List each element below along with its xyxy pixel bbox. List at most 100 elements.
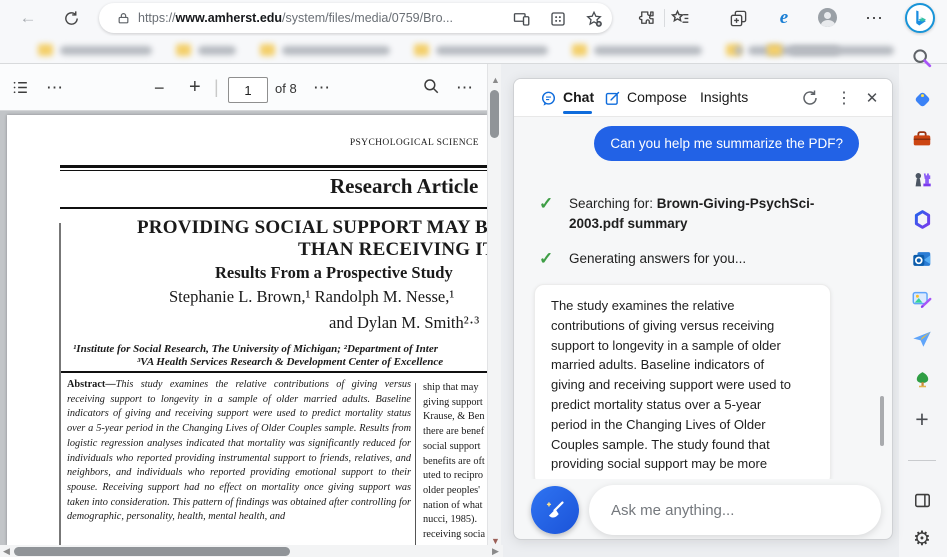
back-button[interactable]: ← xyxy=(16,6,40,30)
bookmark-item[interactable] xyxy=(176,44,236,56)
article-type: Research Article xyxy=(330,174,479,198)
toolbar-divider xyxy=(664,9,665,27)
puzzle-icon xyxy=(638,11,654,24)
abstract-text: This study examines the relative contrib… xyxy=(67,379,411,523)
bookmark-label-blurred xyxy=(60,45,152,55)
new-topic-button[interactable] xyxy=(531,486,579,534)
answer-line: period in the Changing Lives of Older xyxy=(551,416,766,432)
status-searching: ✓ Searching for: Brown-Giving-PsychSci-2… xyxy=(539,194,847,233)
sidebar-tree-button[interactable] xyxy=(910,367,934,391)
bookmarks-right[interactable] xyxy=(735,41,894,59)
settings-more-button[interactable]: ⋯ xyxy=(862,6,886,30)
extensions-button[interactable] xyxy=(635,6,659,30)
split-screen-icon xyxy=(914,493,930,507)
collections-button[interactable] xyxy=(726,6,750,30)
sidebar-games-button[interactable] xyxy=(910,167,934,191)
pdf-page[interactable]: PSYCHOLOGICAL SCIENCE Research Article P… xyxy=(7,115,487,545)
sidebar-panel-button[interactable] xyxy=(910,488,934,512)
scroll-up-icon[interactable]: ▲ xyxy=(491,76,500,85)
sidebar-drop-button[interactable] xyxy=(910,327,934,351)
scroll-right-icon[interactable]: ▶ xyxy=(492,547,499,556)
bookmark-label-blurred xyxy=(594,45,702,55)
pdf-contents-button[interactable] xyxy=(11,78,30,97)
sidebar-microsoft365-button[interactable] xyxy=(910,207,934,231)
refresh-icon xyxy=(803,90,817,105)
status-prefix: Generating answers for you... xyxy=(569,251,747,266)
horizontal-scroll-thumb[interactable] xyxy=(14,546,290,556)
address-bar[interactable]: https://www.amherst.edu/system/files/med… xyxy=(99,3,612,33)
pdf-menu-button-3[interactable]: ⋯ xyxy=(456,78,473,98)
affiliation-line2: ³VA Health Services Research & Developme… xyxy=(137,356,444,368)
chat-conversation: Can you help me summarize the PDF? ✓ Sea… xyxy=(514,117,892,479)
bookmark-item[interactable] xyxy=(38,44,152,56)
favorites-button[interactable] xyxy=(668,6,692,30)
games-chess-icon xyxy=(915,173,931,187)
paper-plane-icon xyxy=(913,331,931,347)
back-icon: ← xyxy=(19,8,37,27)
close-icon: ✕ xyxy=(865,90,879,107)
sidebar-shopping-button[interactable] xyxy=(910,87,934,111)
send-to-device-icon[interactable] xyxy=(513,10,531,28)
pdf-vertical-scrollbar[interactable]: ▲ ▼ xyxy=(487,64,501,546)
page-total-label: of 8 xyxy=(275,81,297,96)
chat-close-button[interactable]: ✕ xyxy=(860,86,884,110)
sidebar-settings-button[interactable]: ⚙ xyxy=(910,527,934,551)
pdf-col2-line: benefits are oft xyxy=(423,455,485,467)
authors-line2: and Dylan M. Smith²·³ xyxy=(329,313,480,332)
sidebar-customize-button[interactable]: + xyxy=(910,407,934,431)
bookmark-item[interactable] xyxy=(572,44,702,56)
rule-above-abstract xyxy=(60,371,487,373)
chat-input[interactable] xyxy=(589,485,881,535)
status-generating: ✓ Generating answers for you... xyxy=(539,249,847,269)
sidebar-tools-button[interactable] xyxy=(910,127,934,151)
pdf-document-area: PSYCHOLOGICAL SCIENCE Research Article P… xyxy=(0,111,487,545)
pdf-search-button[interactable] xyxy=(422,77,440,95)
toolbox-icon xyxy=(913,131,931,146)
pdf-menu-button-2[interactable]: ⋯ xyxy=(313,78,330,98)
answer-line: Couples sample. The study found that xyxy=(551,436,770,452)
paper-subtitle: Results From a Prospective Study xyxy=(215,263,453,282)
pdf-menu-button-1[interactable]: ⋯ xyxy=(46,78,63,98)
tab-insights[interactable]: Insights xyxy=(700,89,748,105)
bookmarks-left[interactable] xyxy=(38,41,840,59)
pdf-col2-line: nation of what xyxy=(423,499,483,511)
page-number-input[interactable] xyxy=(228,77,268,103)
sidebar-image-creator-button[interactable] xyxy=(910,287,934,311)
url-path: /system/files/media/0759/Bro... xyxy=(282,11,453,25)
bookmark-item[interactable] xyxy=(735,45,743,55)
column-divider xyxy=(415,383,416,545)
answer-line: giving and receiving support were used t… xyxy=(551,377,791,393)
answer-line: providing social support may be more xyxy=(551,456,768,472)
add-favorite-star-icon[interactable] xyxy=(585,10,603,28)
chat-more-button[interactable]: ⋮ xyxy=(832,86,856,110)
pdf-col2-line: ship that may xyxy=(423,382,479,393)
broom-icon xyxy=(546,501,564,518)
status-generating-text: Generating answers for you... xyxy=(569,249,746,269)
zoom-in-button[interactable]: + xyxy=(189,76,201,99)
sidebar-search-button[interactable] xyxy=(910,46,934,70)
shopping-tag-icon xyxy=(915,92,929,106)
chat-scroll-thumb[interactable] xyxy=(880,396,884,446)
refresh-button[interactable] xyxy=(59,6,83,30)
bing-copilot-button[interactable] xyxy=(905,3,935,33)
pdf-horizontal-scrollbar[interactable]: ◀ ▶ xyxy=(0,545,503,557)
tab-chat[interactable]: Chat xyxy=(563,89,594,105)
pdf-toolbar: ⋯ − + | of 8 ⋯ ⋯ xyxy=(0,64,487,111)
apps-grid-icon[interactable] xyxy=(549,10,567,28)
bookmark-item[interactable] xyxy=(260,44,390,56)
folder-icon xyxy=(38,44,53,56)
bookmark-item[interactable] xyxy=(767,44,894,56)
browser-toolbar: ← https://www.amherst.edu/system/files/m… xyxy=(0,0,947,36)
bookmark-item[interactable] xyxy=(414,44,548,56)
profile-avatar[interactable] xyxy=(818,8,837,27)
chat-refresh-button[interactable] xyxy=(798,86,822,110)
scroll-left-icon[interactable]: ◀ xyxy=(3,547,10,556)
sidebar-outlook-button[interactable] xyxy=(910,247,934,271)
chat-bubble-icon xyxy=(541,91,556,106)
tab-compose[interactable]: Compose xyxy=(627,89,687,105)
chat-header: Chat Compose Insights ⋮ ✕ xyxy=(514,79,892,117)
vertical-scroll-thumb[interactable] xyxy=(490,90,499,138)
more-horizontal-icon: ⋯ xyxy=(456,78,473,97)
ie-mode-button[interactable]: e xyxy=(772,6,796,30)
zoom-out-button[interactable]: − xyxy=(154,78,165,99)
